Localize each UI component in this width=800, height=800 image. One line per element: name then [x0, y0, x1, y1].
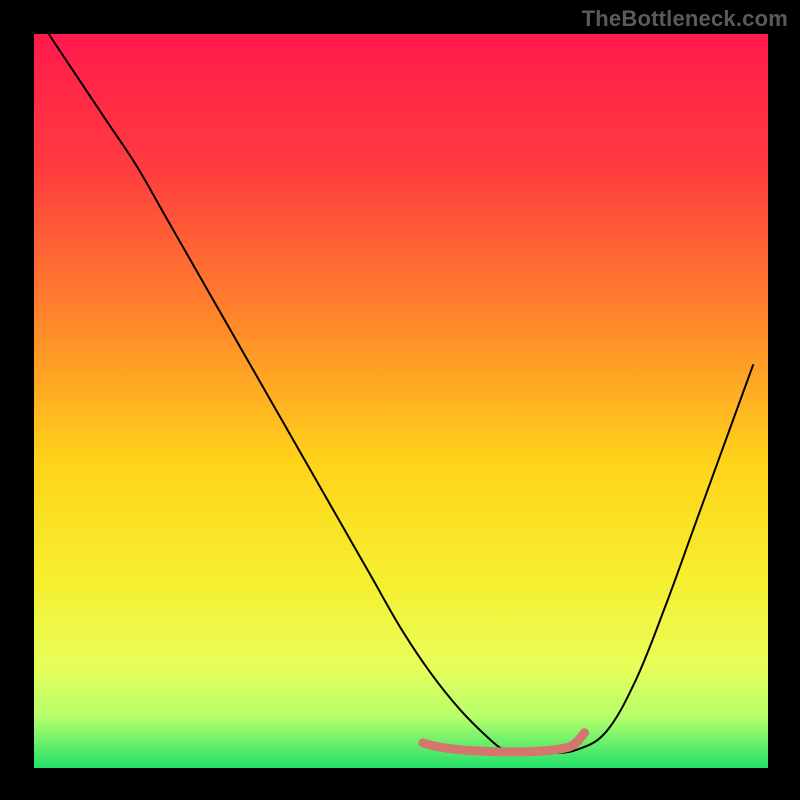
watermark-text: TheBottleneck.com	[582, 6, 788, 32]
chart-frame: TheBottleneck.com	[0, 0, 800, 800]
gradient-background	[34, 34, 768, 768]
chart-svg	[34, 34, 768, 768]
chart-plot-area	[34, 34, 768, 768]
